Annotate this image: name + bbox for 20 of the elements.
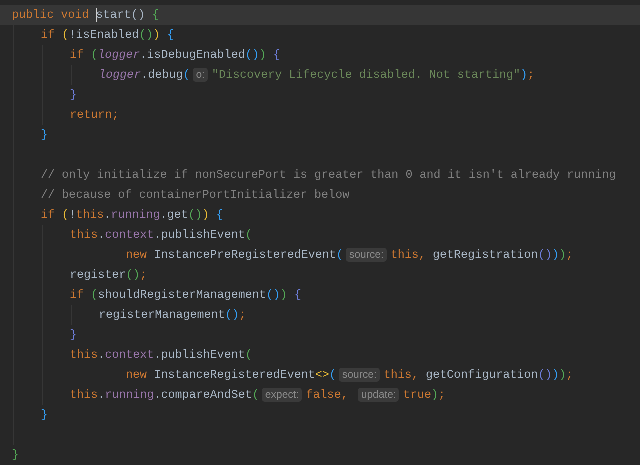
code-line: if (!this.running.get()) { [41,207,224,224]
code-line: return; [70,107,120,124]
code-line: this.context.publishEvent( [70,347,254,364]
code-comment: // only initialize if nonSecurePort is greater than 0 and it isn't already running [41,167,618,184]
code-line: this.context.publishEvent( [70,227,254,244]
code-line: this.running.compareAndSet( expect: false, update: true); [70,387,447,404]
code-line: if (!isEnabled()) { [41,27,176,44]
code-line: if (logger.isDebugEnabled()) { [70,47,282,64]
code-line: registerManagement(); [99,307,248,324]
code-line: register(); [70,267,148,284]
code-line: if (shouldRegisterManagement()) { [70,287,302,304]
code-line: } [41,407,50,424]
code-line: } [11,447,20,464]
code-comment: // because of containerPortInitializer below [41,187,351,204]
code-line: } [70,87,78,104]
code-line: new InstanceRegisteredEvent<>( source: this, getConfiguration())); [125,367,574,384]
code-line: logger.debug( o: "Discovery Lifecycle disabled. Not starting"); [99,67,536,84]
code-line: } [70,327,78,344]
code-line: } [41,127,50,144]
code-line: new InstancePreRegisteredEvent( source: this, getRegistration())); [125,247,574,264]
